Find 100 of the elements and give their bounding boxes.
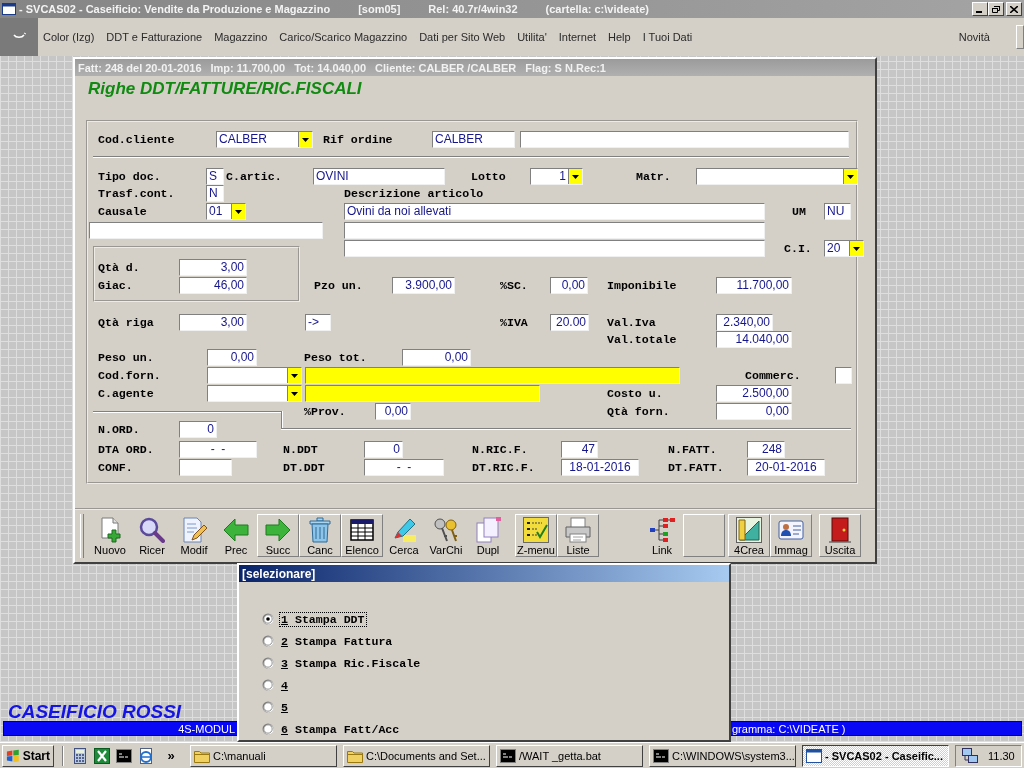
text-field[interactable]: 2.500,00 (716, 385, 792, 402)
text-field[interactable]: 0 (364, 441, 403, 458)
radio-button[interactable] (262, 635, 274, 647)
toolbar-button[interactable]: Z-menu (515, 514, 557, 557)
browser-icon[interactable] (138, 747, 154, 764)
radio-option[interactable]: 6 Stampa Fatt/Acc (262, 721, 402, 737)
menu-item[interactable]: Dati per Sito Web (419, 31, 506, 43)
menu-item[interactable]: Internet (558, 31, 597, 43)
dropdown-button[interactable] (843, 169, 857, 184)
text-field[interactable]: 20.00 (550, 314, 589, 331)
text-field[interactable]: Ovini da noi allevati (344, 203, 765, 220)
dropdown-button[interactable] (287, 368, 301, 383)
menu-item[interactable]: Help (608, 31, 631, 43)
menu-item[interactable]: Novità (958, 31, 990, 43)
text-field[interactable]: 0,00 (402, 349, 471, 366)
menu-item[interactable]: Color (Izg) (43, 31, 95, 43)
toolbar-button[interactable]: Dupl (467, 514, 509, 557)
text-field[interactable]: 3,00 (179, 259, 247, 276)
text-field[interactable]: 0,00 (716, 403, 792, 420)
restore-button[interactable] (988, 2, 1004, 16)
toolbar-button[interactable]: Cerca (383, 514, 425, 557)
toolbar-button[interactable]: Elenco (341, 514, 383, 557)
radio-button[interactable] (262, 613, 274, 625)
text-field[interactable]: 3.900,00 (392, 277, 455, 294)
toolbar-grip[interactable] (80, 514, 84, 558)
menu-item[interactable]: Utilita' (517, 31, 547, 43)
text-field[interactable]: - - (179, 441, 257, 458)
text-field[interactable] (520, 131, 849, 148)
text-field[interactable] (179, 459, 232, 476)
menu-item[interactable]: Magazzino (214, 31, 268, 43)
text-field[interactable]: 14.040,00 (716, 331, 792, 348)
toolbar-button[interactable]: Succ (257, 514, 299, 557)
text-field[interactable]: N (206, 185, 224, 202)
dropdown-button[interactable] (568, 169, 582, 184)
dropdown-button[interactable] (231, 204, 245, 219)
text-field[interactable]: 11.700,00 (716, 277, 792, 294)
toolbar-button[interactable]: Modif (173, 514, 215, 557)
toolbar-button[interactable]: Uscita (819, 514, 861, 557)
menu-item[interactable]: Carico/Scarico Magazzino (279, 31, 408, 43)
radio-button[interactable] (262, 657, 274, 669)
text-field[interactable]: OVINI (313, 168, 445, 185)
toolbar-button[interactable]: Prec (215, 514, 257, 557)
text-field[interactable]: 0 (179, 421, 217, 438)
console-icon[interactable] (116, 747, 132, 764)
lookup-field[interactable] (305, 367, 680, 384)
text-field[interactable]: 20-01-2016 (747, 459, 825, 476)
radio-button[interactable] (262, 723, 274, 735)
toolbar-button[interactable]: Nuovo (89, 514, 131, 557)
taskbar-button[interactable]: C:\Documents and Set... (343, 744, 490, 767)
minimize-button[interactable] (972, 2, 988, 16)
toolbar-button[interactable]: Liste (557, 514, 599, 557)
dropdown-button[interactable] (849, 241, 863, 256)
combo-box[interactable]: 1 (530, 168, 583, 185)
dropdown-button[interactable] (298, 132, 312, 147)
radio-option[interactable]: 4 (262, 677, 290, 693)
text-field[interactable]: 3,00 (179, 314, 247, 331)
toolbar-button[interactable] (683, 514, 725, 557)
radio-option[interactable]: 3 Stampa Ric.Fiscale (262, 655, 423, 671)
taskbar-button[interactable]: C:\WINDOWS\system3... (649, 744, 796, 767)
taskbar-button[interactable]: - SVCAS02 - Caseific... (802, 744, 949, 767)
toolbar-button[interactable]: 4Crea (728, 514, 770, 557)
start-button[interactable]: Start (2, 744, 54, 767)
text-field[interactable] (344, 222, 765, 239)
spreadsheet-icon[interactable] (94, 747, 110, 764)
text-field[interactable]: 0,00 (550, 277, 588, 294)
text-field[interactable]: 18-01-2016 (561, 459, 639, 476)
close-button[interactable] (1006, 2, 1022, 16)
combo-box[interactable] (207, 385, 302, 402)
combo-box[interactable]: CALBER (216, 131, 313, 148)
lookup-field[interactable] (305, 385, 540, 402)
text-field[interactable]: 46,00 (179, 277, 247, 294)
calculator-icon[interactable] (72, 747, 88, 764)
text-field[interactable] (344, 240, 765, 257)
toolbar-button[interactable]: Immag (770, 514, 812, 557)
toolbar-button[interactable]: Canc (299, 514, 341, 557)
text-field[interactable]: 248 (747, 441, 785, 458)
text-field[interactable]: - - (364, 459, 444, 476)
taskbar-button[interactable]: /WAIT _getta.bat (496, 744, 643, 767)
text-field[interactable]: 0,00 (207, 349, 257, 366)
radio-button[interactable] (262, 701, 274, 713)
dropdown-button[interactable] (287, 386, 301, 401)
text-field[interactable] (89, 222, 323, 239)
combo-box[interactable]: 01 (206, 203, 246, 220)
combo-box[interactable]: 20 (824, 240, 864, 257)
text-field[interactable]: 0,00 (375, 403, 411, 420)
toolbar-button[interactable]: Ricer (131, 514, 173, 557)
toolbar-button[interactable]: VarChi (425, 514, 467, 557)
text-field[interactable]: S (206, 168, 224, 185)
checkbox[interactable] (835, 367, 852, 384)
radio-option[interactable]: 5 (262, 699, 290, 715)
text-field[interactable]: CALBER (432, 131, 515, 148)
taskbar-button[interactable]: C:\manuali (190, 744, 337, 767)
text-field[interactable]: -> (305, 314, 331, 331)
text-field[interactable]: 47 (561, 441, 598, 458)
radio-button[interactable] (262, 679, 274, 691)
radio-option[interactable]: 2 Stampa Fattura (262, 633, 395, 649)
toolbar-button[interactable]: Link (641, 514, 683, 557)
network-icon[interactable] (962, 747, 978, 764)
menu-item[interactable]: I Tuoi Dati (642, 31, 693, 43)
more-button[interactable]: » (164, 745, 178, 766)
